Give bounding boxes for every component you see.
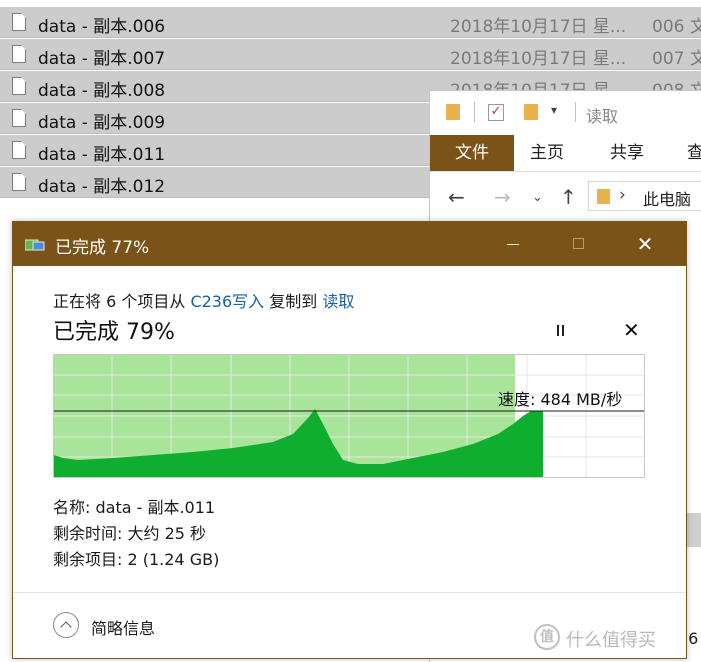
source-link[interactable]: C236写入: [190, 292, 264, 311]
forward-arrow-icon[interactable]: →: [494, 185, 511, 209]
file-icon: [12, 173, 26, 191]
file-row[interactable]: data - 副本.006 2018年10月17日 星... 006 文: [0, 7, 701, 38]
file-name: data - 副本.011: [38, 145, 166, 165]
file-row[interactable]: data - 副本.007 2018年10月17日 星... 007 文: [0, 39, 701, 70]
ribbon-tabs: 文件 主页 共享 查: [430, 135, 701, 172]
address-bar-row: ← → ⌄ ↑ › 此电脑: [430, 177, 701, 217]
tab-file[interactable]: 文件: [430, 135, 514, 171]
close-button[interactable]: ✕: [613, 222, 677, 266]
pause-button[interactable]: [551, 322, 571, 342]
file-name: data - 副本.007: [38, 49, 166, 69]
address-bar[interactable]: › 此电脑: [588, 181, 701, 211]
file-type: 006 文: [652, 17, 701, 37]
folder-icon: [446, 104, 460, 120]
file-name: data - 副本.012: [38, 177, 166, 197]
items-remaining: 剩余项目: 2 (1.24 GB): [53, 550, 220, 569]
file-name: data - 副本.009: [38, 113, 166, 133]
customize-dropdown-icon[interactable]: ▾: [551, 103, 557, 117]
minimize-button[interactable]: [481, 222, 545, 266]
file-icon: [12, 77, 26, 95]
address-text: 此电脑: [643, 190, 692, 209]
dialog-title: 已完成 77%: [55, 238, 150, 258]
speed-graph: [53, 354, 645, 478]
file-icon: [12, 45, 26, 63]
copy-description-middle: 复制到: [269, 292, 318, 311]
copy-progress-dialog: 已完成 77% ✕ 正在将 6 个项目从 C236写入 复制到 读取 已完成 7…: [12, 221, 687, 659]
tab-home[interactable]: 主页: [530, 135, 564, 171]
copy-description: 正在将 6 个项目从 C236写入 复制到 读取: [53, 288, 354, 312]
folder-icon: [597, 189, 610, 204]
file-type: 007 文: [652, 49, 701, 69]
cancel-button[interactable]: ✕: [623, 318, 640, 342]
copy-transfer-icon: [25, 239, 45, 251]
file-date: 2018年10月17日 星...: [450, 17, 627, 37]
chevron-right-icon[interactable]: ›: [619, 185, 626, 205]
file-icon: [12, 13, 26, 31]
quick-access-toolbar: ✓ ▾ 读取: [430, 91, 701, 135]
dialog-titlebar[interactable]: 已完成 77% ✕: [13, 222, 686, 266]
watermark-text: 什么值得买: [566, 630, 656, 651]
toolbar-divider: [575, 102, 576, 122]
properties-check-icon[interactable]: ✓: [488, 104, 504, 121]
recent-dropdown-icon[interactable]: ⌄: [532, 190, 543, 205]
maximize-button[interactable]: [547, 222, 611, 266]
chevron-up-icon: [53, 612, 79, 638]
fewer-details-label: 简略信息: [91, 619, 156, 638]
destination-link[interactable]: 读取: [322, 292, 354, 311]
time-remaining: 剩余时间: 大约 25 秒: [53, 524, 207, 543]
file-icon: [12, 109, 26, 127]
tab-share[interactable]: 共享: [610, 135, 644, 171]
new-folder-icon[interactable]: [524, 104, 538, 120]
back-arrow-icon[interactable]: ←: [448, 185, 465, 209]
file-name: data - 副本.008: [38, 81, 166, 101]
file-icon: [12, 141, 26, 159]
up-arrow-icon[interactable]: ↑: [560, 185, 577, 209]
progress-status: 已完成 79%: [53, 320, 175, 345]
speed-label: 速度: 484 MB/秒: [498, 390, 623, 409]
tab-view[interactable]: 查: [687, 135, 701, 171]
toolbar-divider: [474, 102, 475, 122]
footer-divider: [13, 592, 686, 593]
window-title: 读取: [586, 107, 619, 126]
copy-description-prefix: 正在将 6 个项目从: [53, 292, 186, 311]
scrollbar-fragment[interactable]: [687, 513, 701, 547]
current-file-name: 名称: data - 副本.011: [53, 498, 216, 517]
watermark-logo-icon: 值: [534, 624, 560, 650]
file-name: data - 副本.006: [38, 17, 166, 37]
file-date: 2018年10月17日 星...: [450, 49, 627, 69]
